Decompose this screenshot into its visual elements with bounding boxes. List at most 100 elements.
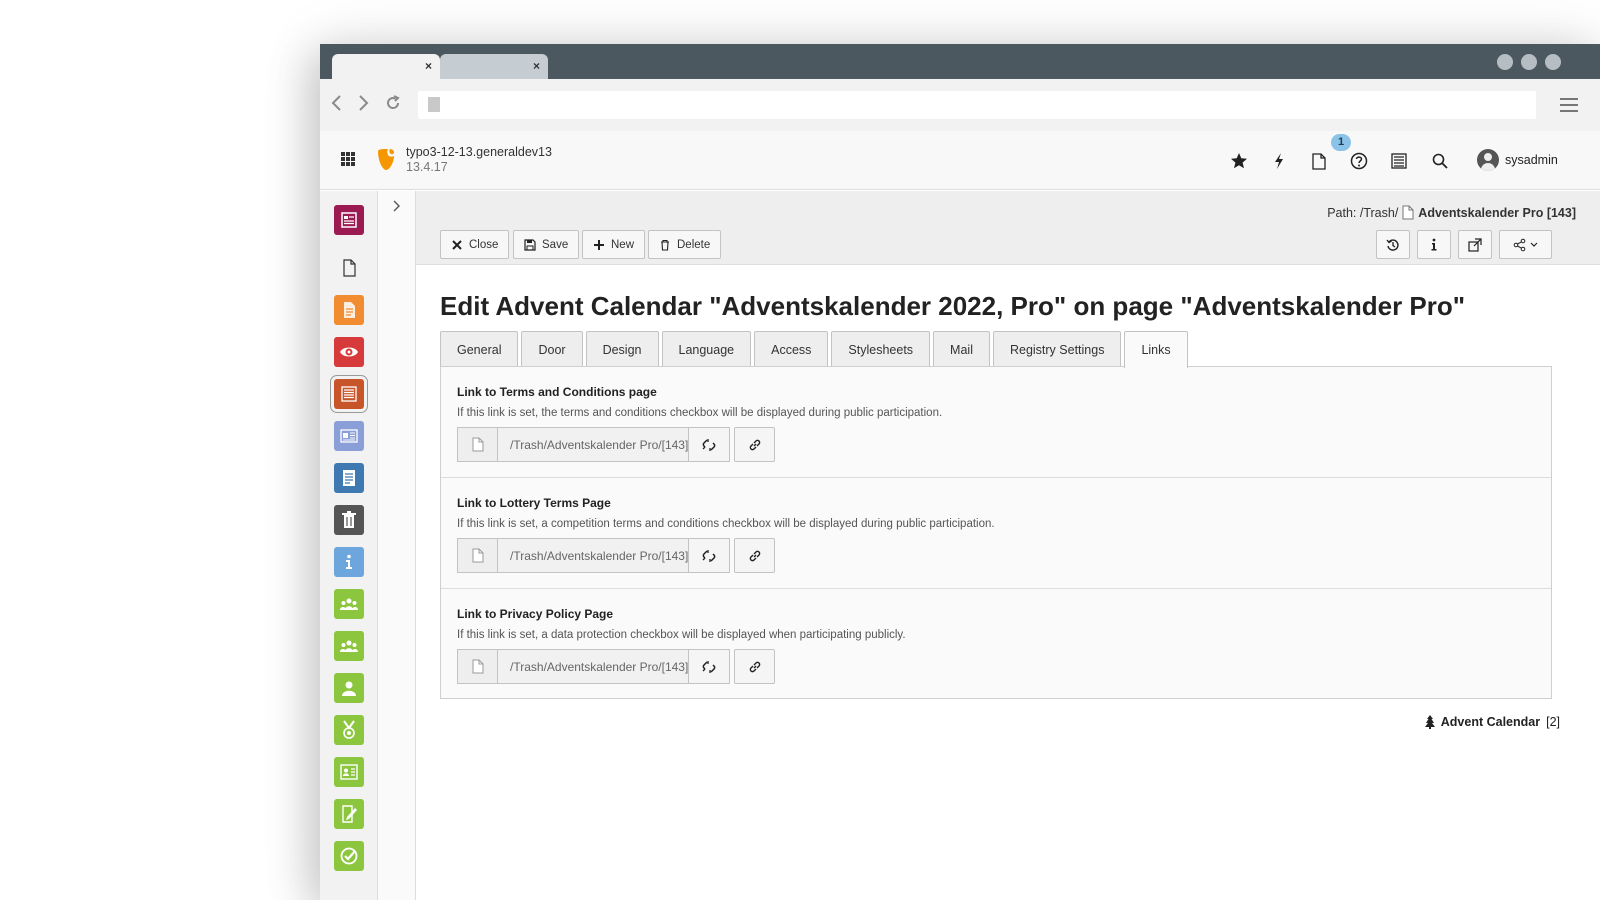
open-new-window-button[interactable] xyxy=(1458,230,1492,259)
bookmarks-star-icon[interactable] xyxy=(1227,149,1251,173)
unlink-button[interactable] xyxy=(689,649,730,684)
link-value-field[interactable]: /Trash/Adventskalender Pro/[143] xyxy=(498,649,689,684)
tab-door[interactable]: Door xyxy=(521,331,583,367)
tab-general[interactable]: General xyxy=(440,331,519,367)
browser-menu-icon[interactable] xyxy=(1560,98,1578,112)
record-info: Advent Calendar [2] xyxy=(1424,715,1560,729)
save-button[interactable]: Save xyxy=(513,230,580,259)
unlink-button[interactable] xyxy=(689,427,730,462)
close-icon xyxy=(452,239,462,250)
page-icon xyxy=(1402,205,1414,220)
trash-icon xyxy=(661,239,669,251)
share-dropdown-button[interactable] xyxy=(1499,230,1552,259)
form-tabs: General Door Design Language Access Styl… xyxy=(440,331,1191,368)
link-input-group: /Trash/Adventskalender Pro/[143] xyxy=(457,538,775,573)
module-recycler-trash-icon[interactable] xyxy=(334,505,364,535)
close-button[interactable]: Close xyxy=(440,230,510,259)
chevron-right-icon[interactable] xyxy=(392,199,400,215)
username[interactable]: sysadmin xyxy=(1505,153,1558,167)
doc-header: Path: /Trash/ Adventskalender Pro [143] … xyxy=(416,191,1600,265)
tab-registry-settings[interactable]: Registry Settings xyxy=(992,331,1122,367)
unlink-icon xyxy=(702,660,716,673)
link-browser-button[interactable] xyxy=(734,649,775,684)
tab-design[interactable]: Design xyxy=(585,331,659,367)
flash-cache-icon[interactable] xyxy=(1267,149,1291,173)
module-form-icon[interactable] xyxy=(334,463,364,493)
link-icon xyxy=(749,439,760,450)
delete-button-label: Delete xyxy=(677,238,711,251)
page-icon xyxy=(457,538,498,573)
reload-icon[interactable] xyxy=(382,94,404,116)
search-icon[interactable] xyxy=(1428,149,1452,173)
record-type: Advent Calendar xyxy=(1440,715,1541,729)
system-information-icon[interactable] xyxy=(1387,149,1411,173)
module-edit-note-icon[interactable] xyxy=(334,799,364,829)
module-news-icon[interactable] xyxy=(334,421,364,451)
unlink-button[interactable] xyxy=(689,538,730,573)
address-bar[interactable] xyxy=(418,91,1536,119)
browser-tab-active[interactable]: × xyxy=(332,54,440,79)
module-web-layout-icon[interactable] xyxy=(334,205,364,235)
link-value-field[interactable]: /Trash/Adventskalender Pro/[143] xyxy=(498,427,689,462)
field-description: If this link is set, a competition terms… xyxy=(457,518,995,530)
field-label: Link to Terms and Conditions page xyxy=(457,385,657,399)
tab-access[interactable]: Access xyxy=(754,331,829,367)
field-label: Link to Privacy Policy Page xyxy=(457,607,614,621)
module-menu-toggle-icon[interactable] xyxy=(341,152,355,166)
path-label: Path: /Trash/ xyxy=(1327,205,1399,220)
browser-tab-inactive[interactable]: × xyxy=(440,54,548,79)
info-button[interactable] xyxy=(1417,230,1451,259)
open-documents-icon[interactable] xyxy=(1307,149,1331,173)
save-icon xyxy=(524,238,536,251)
field-description: If this link is set, a data protection c… xyxy=(457,629,906,641)
module-menu-sidebar xyxy=(320,191,378,900)
tab-mail[interactable]: Mail xyxy=(933,331,990,367)
share-icon xyxy=(1513,238,1537,251)
help-icon[interactable] xyxy=(1347,149,1371,173)
link-value-field[interactable]: /Trash/Adventskalender Pro/[143] xyxy=(498,538,689,573)
module-page-icon[interactable] xyxy=(334,253,364,283)
close-tab-icon[interactable]: × xyxy=(425,59,432,73)
delete-button[interactable]: Delete xyxy=(648,230,722,259)
navigation-toggle[interactable] xyxy=(378,191,416,900)
tab-language[interactable]: Language xyxy=(661,331,752,367)
typo3-version: 13.4.17 xyxy=(406,160,448,174)
user-avatar[interactable] xyxy=(1477,149,1499,171)
new-button[interactable]: New xyxy=(582,230,646,259)
unlink-icon xyxy=(702,438,716,451)
tab-stylesheets[interactable]: Stylesheets xyxy=(831,331,931,367)
module-check-circle-icon[interactable] xyxy=(334,841,364,871)
field-terms-conditions: Link to Terms and Conditions page If thi… xyxy=(441,367,1551,478)
tab-links[interactable]: Links xyxy=(1124,331,1188,368)
typo3-logo[interactable] xyxy=(376,148,396,172)
history-button[interactable] xyxy=(1376,230,1410,259)
window-close-button[interactable] xyxy=(1545,54,1561,70)
forward-icon[interactable] xyxy=(352,94,374,116)
breadcrumb: Path: /Trash/ Adventskalender Pro [143] xyxy=(1327,205,1576,220)
field-label: Link to Lottery Terms Page xyxy=(457,496,611,510)
page-icon xyxy=(428,97,440,112)
info-icon xyxy=(1431,238,1437,250)
back-icon[interactable] xyxy=(326,94,348,116)
link-browser-button[interactable] xyxy=(734,538,775,573)
page-title: Edit Advent Calendar "Adventskalender 20… xyxy=(440,291,1466,321)
browser-window: × × typo3-12-13.generaldev13 13.4.17 1 s… xyxy=(320,44,1600,900)
window-maximize-button[interactable] xyxy=(1521,54,1537,70)
module-user-icon[interactable] xyxy=(334,673,364,703)
window-minimize-button[interactable] xyxy=(1497,54,1513,70)
module-groups-icon[interactable] xyxy=(334,631,364,661)
link-browser-button[interactable] xyxy=(734,427,775,462)
save-button-label: Save xyxy=(542,238,569,251)
record-uid: [2] xyxy=(1546,715,1560,729)
module-contact-card-icon[interactable] xyxy=(334,757,364,787)
module-list-icon[interactable] xyxy=(330,375,368,413)
module-users-group-icon[interactable] xyxy=(334,589,364,619)
plus-icon xyxy=(594,239,604,250)
close-tab-icon[interactable]: × xyxy=(533,59,540,73)
module-info-icon[interactable] xyxy=(334,547,364,577)
browser-toolbar xyxy=(320,79,1600,131)
module-medal-icon[interactable] xyxy=(334,715,364,745)
field-privacy-policy: Link to Privacy Policy Page If this link… xyxy=(441,589,1551,700)
module-view-eye-icon[interactable] xyxy=(334,337,364,367)
module-list-page-icon[interactable] xyxy=(334,295,364,325)
